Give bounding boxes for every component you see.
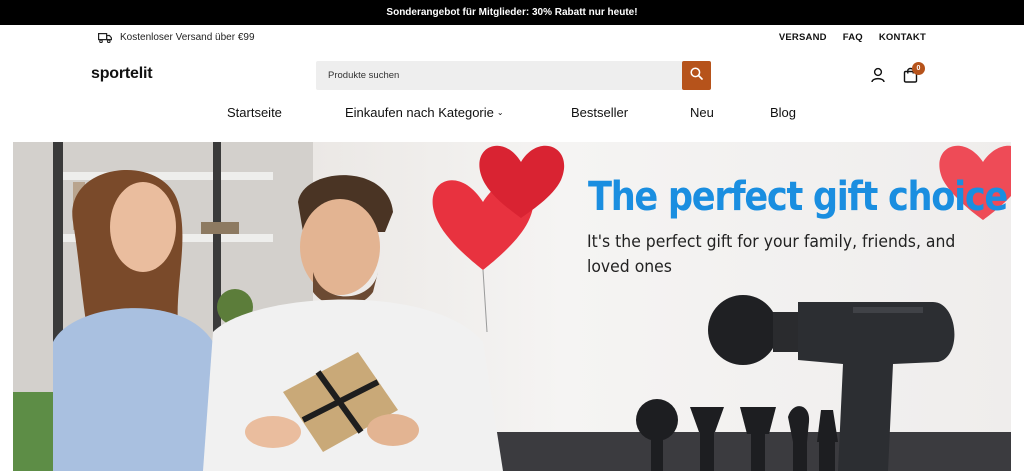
- utility-bar: Kostenloser Versand über €99 VERSAND FAQ…: [0, 25, 1024, 51]
- link-faq[interactable]: FAQ: [843, 32, 863, 43]
- account-button[interactable]: [870, 67, 886, 83]
- nav-item-blog[interactable]: Blog: [770, 105, 796, 120]
- nav-item-label: Neu: [690, 105, 714, 120]
- nav-item-startseite[interactable]: Startseite: [227, 105, 282, 120]
- truck-icon: [98, 32, 112, 43]
- nav-item-label: Blog: [770, 105, 797, 120]
- shipping-text: Kostenloser Versand über €99: [120, 32, 255, 43]
- hero-title: The perfect gift choice: [588, 174, 1008, 220]
- search-bar: [316, 61, 711, 90]
- nav-item-bestseller[interactable]: Bestseller: [571, 105, 628, 120]
- link-kontakt[interactable]: KONTAKT: [879, 32, 926, 43]
- promo-bar: Sonderangebot für Mitglieder: 30% Rabatt…: [0, 0, 1024, 25]
- nav-item-label: Einkaufen nach Kategorie: [345, 105, 494, 120]
- chevron-down-icon: ⌄: [496, 108, 504, 117]
- header: sportelit 0: [0, 51, 1024, 99]
- utility-links: VERSAND FAQ KONTAKT: [779, 32, 926, 43]
- nav-item-label: Startseite: [227, 105, 282, 120]
- user-icon: [870, 67, 886, 87]
- search-button[interactable]: [682, 61, 711, 90]
- shipping-note: Kostenloser Versand über €99: [98, 32, 255, 43]
- logo[interactable]: sportelit: [91, 65, 153, 83]
- nav-item-label: Bestseller: [571, 105, 629, 120]
- hero-banner[interactable]: The perfect gift choice It's the perfect…: [13, 142, 1011, 471]
- cart-count-badge: 0: [912, 62, 925, 75]
- link-versand[interactable]: VERSAND: [779, 32, 827, 43]
- hero-subtitle: It's the perfect gift for your family, f…: [587, 232, 956, 277]
- search-icon: [690, 66, 703, 85]
- search-input[interactable]: [316, 61, 682, 90]
- nav-item-neu[interactable]: Neu: [690, 105, 714, 120]
- promo-text: Sonderangebot für Mitglieder: 30% Rabatt…: [386, 7, 638, 18]
- nav-item-kategorie[interactable]: Einkaufen nach Kategorie ⌄: [345, 105, 504, 120]
- main-nav: Startseite Einkaufen nach Kategorie ⌄ Bes…: [0, 99, 1024, 127]
